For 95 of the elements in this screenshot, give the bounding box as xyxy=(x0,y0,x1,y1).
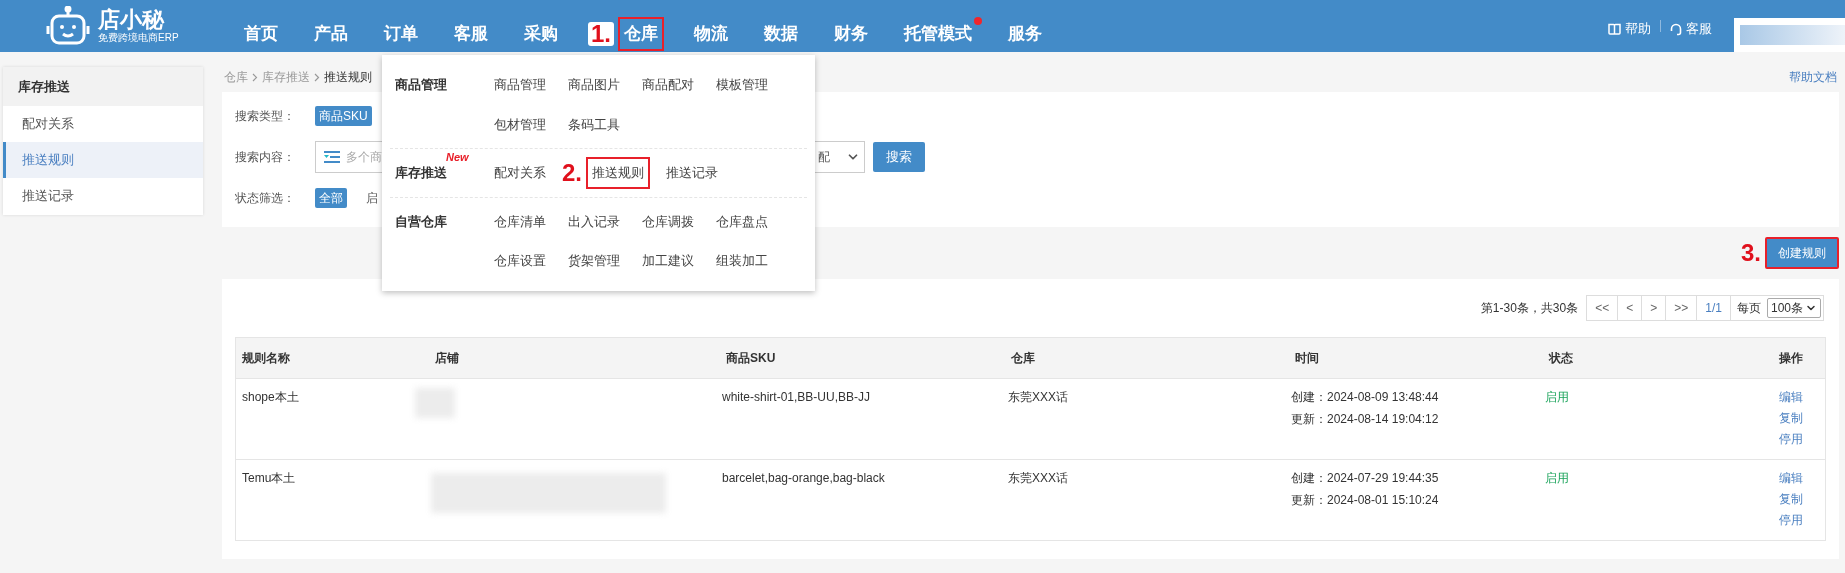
action-link[interactable]: 停用 xyxy=(1779,430,1803,448)
status-filter-option[interactable]: 全部 xyxy=(315,188,347,208)
menu-item[interactable]: 配对关系 xyxy=(488,157,552,189)
nav-item[interactable]: 客服 xyxy=(448,17,494,51)
menu-item[interactable]: 商品管理 xyxy=(488,69,552,101)
table-cell-text: Temu本土 xyxy=(241,470,297,487)
sidebar-title: 库存推送 xyxy=(3,67,203,106)
nav-item[interactable]: 服务 xyxy=(1002,17,1048,51)
menu-item[interactable]: 组装加工 xyxy=(710,245,774,277)
table-cell-text: white-shirt-01,BB-UU,BB-JJ xyxy=(721,389,872,406)
table-cell-text: 东莞XXX话 xyxy=(1007,389,1069,406)
menu-item[interactable]: 仓库设置 xyxy=(488,245,552,277)
menu-item[interactable]: 推送记录 xyxy=(660,157,724,189)
updated-time: 更新：2024-08-14 19:04:12 xyxy=(1291,411,1440,428)
table-cell-text: barcelet,bag-orange,bag-black xyxy=(721,470,886,487)
action-link[interactable]: 复制 xyxy=(1779,409,1803,427)
menu-item[interactable]: 商品图片 xyxy=(562,69,626,101)
pagination-button[interactable]: < xyxy=(1618,296,1643,320)
column-header: 仓库 xyxy=(1010,350,1036,367)
action-link[interactable]: 停用 xyxy=(1779,511,1803,529)
create-rule-button[interactable]: 创建规则 xyxy=(1765,237,1839,269)
menu-item[interactable]: 仓库调拨 xyxy=(636,205,700,237)
table-cell-text: shope本土 xyxy=(241,389,300,406)
pagination-button[interactable]: << xyxy=(1587,296,1619,320)
list-filter-icon xyxy=(324,151,340,163)
service-link[interactable]: 客服 xyxy=(1670,19,1712,39)
field-label: 状态筛选： xyxy=(235,190,296,207)
search-input[interactable]: 多个商 xyxy=(346,148,386,166)
status-text: 启用 xyxy=(1544,389,1570,406)
column-header: 商品SKU xyxy=(725,350,777,367)
created-time: 创建：2024-08-09 13:48:44 xyxy=(1291,389,1440,406)
chevron-right-icon xyxy=(252,72,258,82)
per-page-label: 每页 xyxy=(1735,300,1762,317)
updated-time: 更新：2024-08-01 15:10:24 xyxy=(1291,492,1440,509)
action-link[interactable]: 编辑 xyxy=(1779,388,1803,406)
menu-item[interactable]: 条码工具 xyxy=(562,108,626,140)
step-number: 3. xyxy=(1741,241,1761,265)
nav-item[interactable]: 采购 xyxy=(518,17,564,51)
column-header: 时间 xyxy=(1294,350,1320,367)
sidebar-item[interactable]: 推送规则 xyxy=(3,142,203,178)
table-cell-text: 东莞XXX话 xyxy=(1007,470,1069,487)
logo-tagline: 免费跨境电商ERP xyxy=(98,32,179,44)
menu-item[interactable]: 商品配对 xyxy=(636,69,700,101)
menu-item[interactable]: 加工建议 xyxy=(636,245,700,277)
column-header: 状态 xyxy=(1547,350,1574,367)
nav-item[interactable]: 产品 xyxy=(308,17,354,51)
book-icon xyxy=(1608,23,1621,35)
search-type-chip[interactable]: 商品SKU xyxy=(315,106,372,126)
menu-item[interactable]: 出入记录 xyxy=(562,205,626,237)
menu-item[interactable]: 推送规则 xyxy=(586,157,650,189)
robot-logo-icon xyxy=(44,6,92,46)
nav-item[interactable]: 物流 xyxy=(688,17,734,51)
menu-group-title: 库存推送 xyxy=(395,165,447,180)
breadcrumb-item[interactable]: 仓库 xyxy=(224,68,248,86)
account-area[interactable] xyxy=(1734,18,1845,52)
field-label: 搜索类型： xyxy=(235,108,296,125)
menu-item[interactable]: 包材管理 xyxy=(488,108,552,140)
pagination-button[interactable]: > xyxy=(1642,296,1667,320)
pagination-summary: 第1-30条，共30条 xyxy=(1480,300,1579,317)
logo-name: 店小秘 xyxy=(98,8,166,32)
created-time: 创建：2024-07-29 19:44:35 xyxy=(1291,470,1440,487)
status-text: 启用 xyxy=(1544,470,1570,487)
nav-item[interactable]: 首页 xyxy=(238,17,284,51)
breadcrumb-item: 推送规则 xyxy=(324,69,372,86)
nav-item[interactable]: 托管模式 xyxy=(898,17,978,51)
menu-item[interactable]: 仓库清单 xyxy=(488,205,552,237)
column-header: 操作 xyxy=(1778,350,1804,367)
nav-item[interactable]: 仓库 xyxy=(618,17,664,51)
menu-item[interactable]: 货架管理 xyxy=(562,245,626,277)
step-number: 2. xyxy=(562,160,582,185)
sidebar-item[interactable]: 配对关系 xyxy=(3,106,203,142)
chevron-right-icon xyxy=(314,72,320,82)
nav-item[interactable]: 财务 xyxy=(828,17,874,51)
column-header: 规则名称 xyxy=(241,350,291,367)
column-header: 店铺 xyxy=(434,350,460,367)
nav-item[interactable]: 订单 xyxy=(378,17,424,51)
sidebar-item[interactable]: 推送记录 xyxy=(3,178,203,214)
menu-group-title: 自营仓库 xyxy=(395,213,447,229)
page-indicator: 1/1 xyxy=(1697,296,1731,320)
menu-item[interactable]: 仓库盘点 xyxy=(710,205,774,237)
search-button[interactable]: 搜索 xyxy=(873,142,925,172)
field-label: 搜索内容： xyxy=(235,149,296,166)
help-docs-link[interactable]: 帮助文档 xyxy=(1789,68,1837,86)
pagination-button[interactable]: >> xyxy=(1666,296,1698,320)
per-page-select[interactable]: 100条 xyxy=(1766,298,1821,318)
new-label: New xyxy=(446,150,469,165)
menu-group-title: 商品管理 xyxy=(395,77,447,92)
step-number: 1. xyxy=(588,22,614,46)
breadcrumb-item[interactable]: 库存推送 xyxy=(262,68,310,86)
action-link[interactable]: 编辑 xyxy=(1779,469,1803,487)
help-link[interactable]: 帮助 xyxy=(1608,19,1651,39)
status-filter-option[interactable]: 启 xyxy=(362,188,382,208)
nav-item[interactable]: 数据 xyxy=(758,17,804,51)
menu-item[interactable]: 模板管理 xyxy=(710,69,774,101)
action-link[interactable]: 复制 xyxy=(1779,490,1803,508)
